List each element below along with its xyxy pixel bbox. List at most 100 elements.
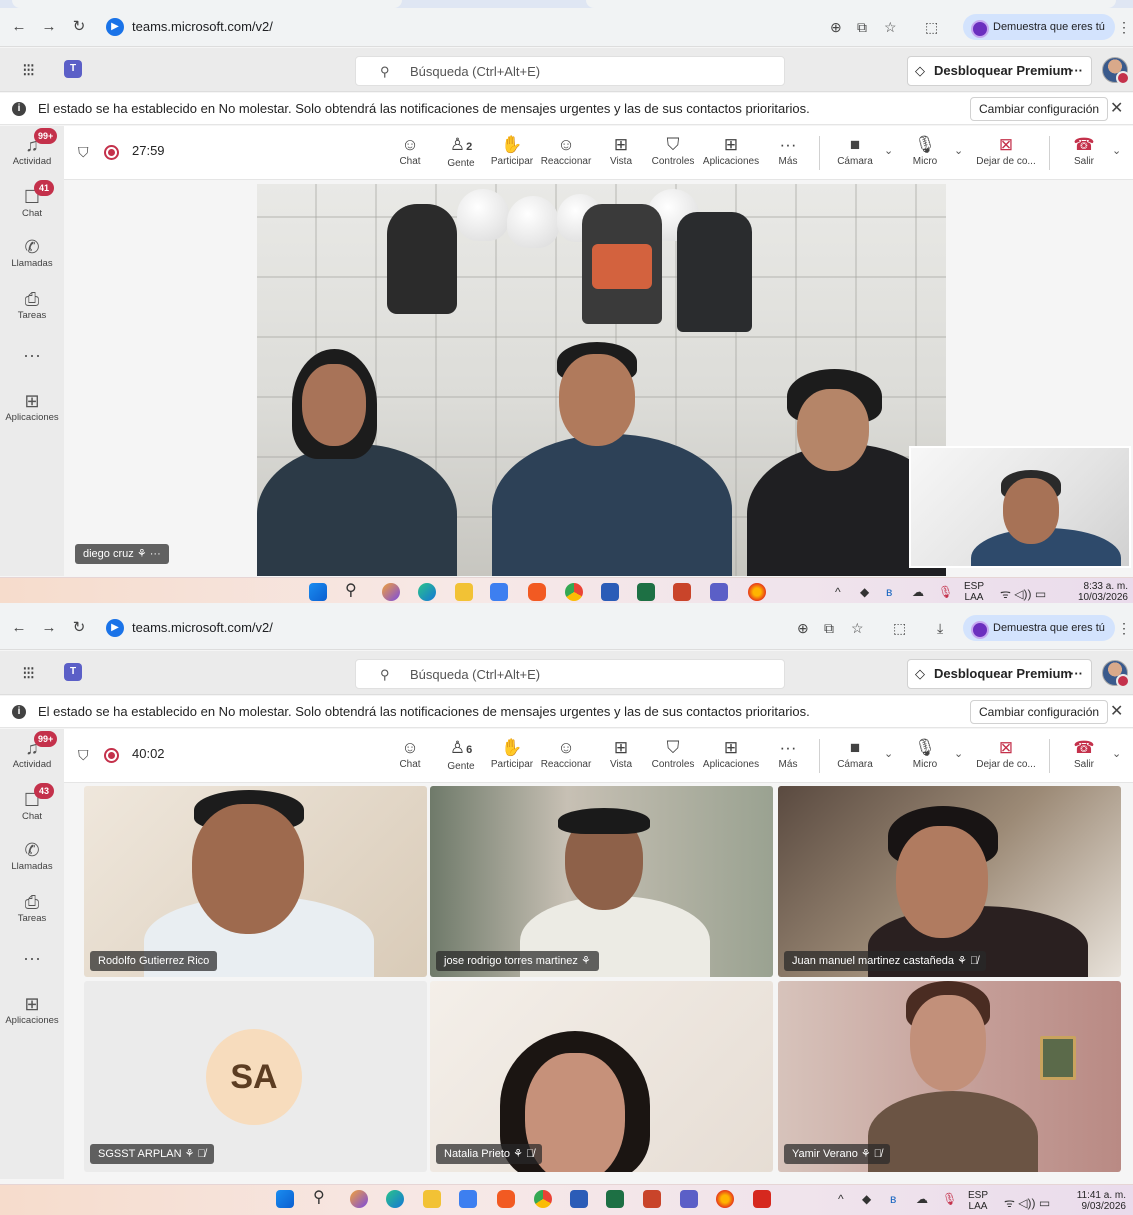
mic-options-icon[interactable]: ⌄: [954, 144, 963, 157]
raise-hand-button[interactable]: ✋ Participar: [483, 134, 541, 167]
rail-calls[interactable]: ✆ Llamadas: [0, 236, 64, 269]
raise-hand-button[interactable]: ✋ Participar: [483, 737, 541, 770]
extensions-icon[interactable]: ⬚: [893, 619, 906, 637]
start-icon[interactable]: [309, 583, 327, 601]
excel-icon[interactable]: [637, 583, 655, 601]
bookmark-star-icon[interactable]: ☆: [884, 18, 897, 36]
cloud-icon[interactable]: ☁: [916, 1192, 928, 1206]
search-icon[interactable]: ⚲: [345, 580, 363, 599]
start-icon[interactable]: [276, 1190, 294, 1208]
zoom-icon[interactable]: ⊕: [797, 619, 809, 637]
mic-button[interactable]: 🎙 Micro: [896, 134, 954, 167]
close-icon[interactable]: ✕: [1110, 93, 1123, 125]
chrome-icon[interactable]: [565, 583, 583, 601]
file-explorer-icon[interactable]: [423, 1190, 441, 1208]
browser-menu-icon[interactable]: ⋮: [1117, 18, 1131, 36]
mic-in-use-icon[interactable]: 🎙: [938, 585, 953, 599]
back-icon[interactable]: ←: [10, 18, 28, 36]
rail-tasks[interactable]: ⎙ Tareas: [0, 288, 64, 321]
tray-app-icon[interactable]: ◆: [860, 585, 869, 599]
rail-more[interactable]: ···: [0, 947, 64, 969]
rail-more[interactable]: ···: [0, 344, 64, 366]
search-icon[interactable]: ⚲: [313, 1187, 331, 1206]
close-icon[interactable]: ✕: [1110, 696, 1123, 728]
excel-icon[interactable]: [606, 1190, 624, 1208]
teams-icon[interactable]: [680, 1190, 698, 1208]
rail-activity[interactable]: ♫ 99+ Actividad: [0, 128, 64, 167]
search-input[interactable]: ⚲ Búsqueda (Ctrl+Alt+E): [355, 659, 785, 689]
cloud-icon[interactable]: ☁: [912, 585, 924, 599]
address-bar[interactable]: ▶ teams.microsoft.com/v2/: [100, 615, 273, 641]
wifi-volume-icon[interactable]: ᯤ ◁)) ▭: [1004, 1194, 1050, 1211]
apps-button[interactable]: ⊞ Aplicaciones: [702, 134, 760, 167]
mic-options-icon[interactable]: ⌄: [954, 747, 963, 760]
more-button[interactable]: ··· Más: [759, 134, 817, 167]
reload-icon[interactable]: ↻: [70, 18, 88, 36]
react-button[interactable]: ☺ Reaccionar: [537, 737, 595, 770]
change-settings-button[interactable]: Cambiar configuración: [970, 700, 1109, 724]
profile-button[interactable]: Demuestra que eres tú: [963, 615, 1115, 641]
clock[interactable]: 8:33 a. m. 10/03/2026: [1070, 581, 1128, 603]
word-icon[interactable]: [601, 583, 619, 601]
forward-icon[interactable]: →: [40, 619, 58, 637]
leave-options-icon[interactable]: ⌄: [1112, 144, 1121, 157]
rail-chat[interactable]: ☐ 43 Chat: [0, 783, 64, 822]
language-indicator[interactable]: ESP LAA: [968, 1190, 988, 1212]
rail-chat[interactable]: ☐ 41 Chat: [0, 180, 64, 219]
edge-icon[interactable]: [386, 1190, 404, 1208]
mic-button[interactable]: 🎙 Micro: [896, 737, 954, 770]
change-settings-button[interactable]: Cambiar configuración: [970, 97, 1109, 121]
cast-icon[interactable]: ⧉: [824, 619, 834, 637]
people-button[interactable]: ♙2 Gente: [432, 134, 490, 169]
chat-button[interactable]: ☺ Chat: [381, 737, 439, 770]
rail-tasks[interactable]: ⎙ Tareas: [0, 891, 64, 924]
profile-button[interactable]: Demuestra que eres tú: [963, 14, 1115, 40]
language-indicator[interactable]: ESP LAA: [964, 581, 984, 603]
more-button[interactable]: ··· Más: [759, 737, 817, 770]
zoom-icon[interactable]: ⊕: [830, 18, 842, 36]
controls-button[interactable]: ⛉ Controles: [644, 737, 702, 770]
controls-button[interactable]: ⛉ Controles: [644, 134, 702, 167]
chrome-icon[interactable]: [534, 1190, 552, 1208]
search-input[interactable]: ⚲ Búsqueda (Ctrl+Alt+E): [355, 56, 785, 86]
brave-icon[interactable]: [528, 583, 546, 601]
copilot-icon[interactable]: [350, 1190, 368, 1208]
people-button[interactable]: ♙6 Gente: [432, 737, 490, 772]
rail-activity[interactable]: ♫ 99+ Actividad: [0, 731, 64, 770]
camera-button[interactable]: ■ Cámara: [826, 737, 884, 770]
camera-button[interactable]: ■ Cámara: [826, 134, 884, 167]
clock[interactable]: 11:41 a. m. 9/03/2026: [1068, 1190, 1126, 1212]
powerpoint-icon[interactable]: [643, 1190, 661, 1208]
bluetooth-icon[interactable]: ʙ: [890, 1192, 896, 1206]
camera-options-icon[interactable]: ⌄: [884, 144, 893, 157]
user-avatar[interactable]: [1102, 660, 1130, 688]
back-icon[interactable]: ←: [10, 619, 28, 637]
tray-app-icon[interactable]: ◆: [862, 1192, 871, 1206]
leave-options-icon[interactable]: ⌄: [1112, 747, 1121, 760]
camera-options-icon[interactable]: ⌄: [884, 747, 893, 760]
cast-icon[interactable]: ⧉: [857, 18, 867, 36]
user-avatar[interactable]: [1102, 57, 1130, 85]
tray-chevron-icon[interactable]: ^: [838, 1192, 844, 1206]
firefox-icon[interactable]: [748, 583, 766, 601]
react-button[interactable]: ☺ Reaccionar: [537, 134, 595, 167]
leave-button[interactable]: ☎ Salir: [1055, 737, 1113, 770]
tray-chevron-icon[interactable]: ^: [835, 585, 841, 599]
rail-apps[interactable]: ⊞ Aplicaciones: [0, 993, 64, 1026]
premium-button[interactable]: ◇ Desbloquear Premium ···: [907, 659, 1092, 689]
edge-icon[interactable]: [418, 583, 436, 601]
leave-button[interactable]: ☎ Salir: [1055, 134, 1113, 167]
forward-icon[interactable]: →: [40, 18, 58, 36]
download-icon[interactable]: ⤓: [937, 619, 943, 637]
store-icon[interactable]: [459, 1190, 477, 1208]
stop-sharing-button[interactable]: ⊠ Dejar de co...: [969, 134, 1043, 167]
app-launcher-icon[interactable]: ⁝⁝⁝: [22, 60, 35, 81]
file-explorer-icon[interactable]: [455, 583, 473, 601]
browser-menu-icon[interactable]: ⋮: [1117, 619, 1131, 637]
brave-icon[interactable]: [497, 1190, 515, 1208]
view-button[interactable]: ⊞ Vista: [592, 134, 650, 167]
more-options-icon[interactable]: ···: [1070, 660, 1083, 688]
bookmark-star-icon[interactable]: ☆: [851, 619, 864, 637]
firefox-icon[interactable]: [716, 1190, 734, 1208]
rail-calls[interactable]: ✆ Llamadas: [0, 839, 64, 872]
